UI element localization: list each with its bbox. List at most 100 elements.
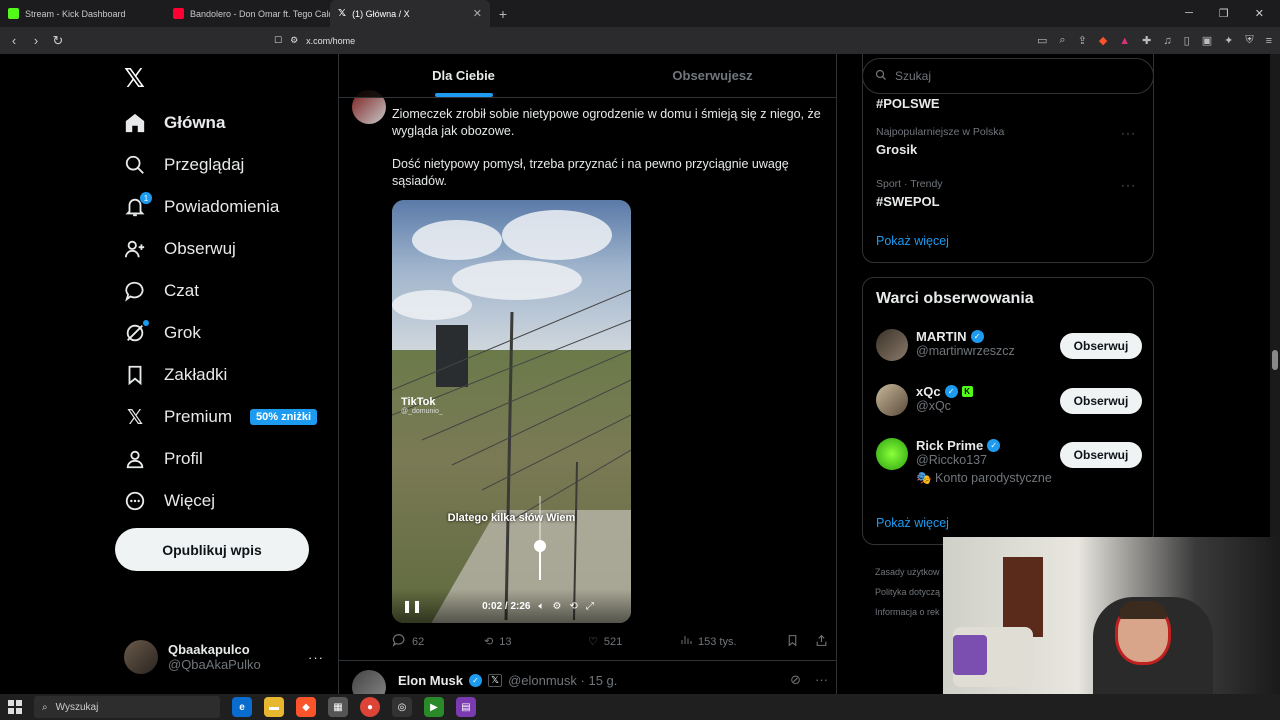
settings-icon[interactable]: ⚙ [552, 601, 561, 612]
volume-icon[interactable]: 🔈︎ [538, 601, 544, 612]
cast-icon[interactable]: ▭ [1037, 34, 1047, 47]
loop-icon[interactable]: ⟲ [569, 601, 577, 612]
footer-link[interactable]: Informacja o rek [875, 602, 940, 622]
video-time: 0:02 / 2:26 [482, 600, 531, 612]
scrollbar-thumb[interactable] [1272, 350, 1278, 370]
nav-home[interactable]: Główna [124, 108, 225, 138]
chrome-icon[interactable]: ● [360, 697, 380, 717]
bookmark-page-icon[interactable]: ☐ [274, 35, 282, 46]
footer-link[interactable]: Polityka dotyczą [875, 582, 940, 602]
browser-tab-youtube[interactable]: Bandolero - Don Omar ft. Tego Calde [165, 0, 330, 27]
leo-icon[interactable]: ✦ [1224, 34, 1233, 47]
x-logo-icon[interactable]: 𝕏 [124, 64, 145, 94]
nav-profile[interactable]: Profil [124, 444, 203, 474]
restore-icon[interactable]: ❐ [1219, 7, 1229, 20]
new-tab-button[interactable]: + [490, 6, 516, 22]
post-button[interactable]: Opublikuj wpis [115, 528, 309, 571]
brave-shield-icon[interactable]: ◆ [1099, 34, 1107, 47]
share-icon[interactable]: ⇪ [1078, 34, 1087, 47]
url-field[interactable]: ☐ ⚙ x.com/home [274, 35, 994, 46]
more-dots-icon[interactable]: ··· [308, 650, 324, 665]
share-icon[interactable] [815, 634, 828, 650]
follow-button[interactable]: Obserwuj [1060, 388, 1142, 414]
app-icon[interactable]: ▦ [328, 697, 348, 717]
follow-suggestion[interactable]: Rick Prime ✓ @Riccko137 🎭 Konto parodysty… [876, 438, 1142, 498]
media-icon[interactable]: ♫ [1163, 35, 1171, 47]
close-tab-icon[interactable]: ✕ [473, 7, 482, 20]
trend-item[interactable]: #POLSWE [876, 92, 1144, 111]
search-input[interactable]: Szukaj [862, 58, 1154, 94]
account-switcher[interactable]: Qbaakapulco @QbaAkaPulko ··· [124, 638, 324, 676]
tab-following[interactable]: Obserwujesz [588, 54, 836, 97]
next-post-avatar[interactable] [352, 670, 386, 694]
forward-icon[interactable]: › [30, 33, 42, 48]
brave-icon[interactable]: ◆ [296, 697, 316, 717]
bookmark-icon[interactable] [786, 634, 799, 650]
nav-label: Zakładki [164, 365, 228, 384]
browser-tab-x[interactable]: 𝕏 (1) Główna / X ✕ [330, 0, 490, 27]
browser-tab-kick[interactable]: Stream - Kick Dashboard [0, 0, 165, 27]
nav-notifications[interactable]: 1 Powiadomienia [124, 192, 279, 222]
avatar[interactable] [876, 384, 908, 416]
volume-slider[interactable] [534, 496, 546, 580]
grok-icon[interactable]: ⊘ [790, 672, 801, 688]
obs-icon[interactable]: ◎ [392, 697, 412, 717]
reply-button[interactable]: 62 [392, 633, 484, 650]
video-player[interactable]: TikTok @_domunio_ Dlatego kilka słów Wie… [392, 200, 631, 623]
trend-item[interactable]: Sport · Trendy #SWEPOL ··· [876, 178, 1144, 209]
like-button[interactable]: ♡ 521 [588, 635, 680, 649]
taskbar-search[interactable]: ⌕ Wyszukaj [34, 696, 220, 718]
follow-button[interactable]: Obserwuj [1060, 333, 1142, 359]
edge-icon[interactable]: e [232, 697, 252, 717]
more-dots-icon[interactable]: ··· [1121, 126, 1136, 140]
nav-grok[interactable]: Grok [124, 318, 201, 348]
nav-bookmarks[interactable]: Zakładki [124, 360, 227, 390]
reload-icon[interactable]: ↻ [52, 33, 64, 49]
show-more-follow-link[interactable]: Pokaż więcej [876, 516, 949, 530]
menu-icon[interactable]: ≡ [1266, 35, 1272, 47]
vpn-icon[interactable]: ⛨ [1245, 34, 1253, 47]
repost-button[interactable]: ⟲ 13 [484, 635, 588, 649]
site-info-icon[interactable]: ⚙ [290, 35, 298, 46]
sidebar-icon[interactable]: ▯ [1184, 34, 1190, 47]
pause-icon[interactable]: ❚❚ [402, 599, 422, 613]
account-name: MARTIN [916, 329, 967, 344]
next-post-author[interactable]: Elon Musk [398, 673, 463, 688]
extensions-icon[interactable]: ✚ [1142, 34, 1151, 47]
follow-suggestion[interactable]: xQc ✓ K @xQc Obserwuj [876, 384, 1142, 424]
nav-chat[interactable]: Czat [124, 276, 199, 306]
nav-explore[interactable]: Przeglądaj [124, 150, 244, 180]
more-dots-icon[interactable]: ··· [1121, 178, 1136, 192]
nav-more[interactable]: Więcej [124, 486, 215, 516]
next-post-header[interactable]: Elon Musk ✓ 𝕏 @elonmusk · 15 g. ⊘ ··· [352, 668, 828, 694]
avatar[interactable] [876, 329, 908, 361]
wallet-icon[interactable]: ▣ [1202, 34, 1212, 47]
brave-rewards-icon[interactable]: ▲ [1119, 35, 1130, 47]
close-window-icon[interactable]: ✕ [1255, 7, 1264, 20]
more-dots-icon[interactable]: ··· [815, 672, 828, 688]
windows-start-icon[interactable] [8, 700, 22, 714]
follow-suggestion[interactable]: MARTIN ✓ @martinwrzeszcz Obserwuj [876, 329, 1142, 369]
youtube-icon [173, 8, 184, 19]
nav-follow[interactable]: Obserwuj [124, 234, 236, 264]
avatar[interactable] [876, 438, 908, 470]
show-more-trends-link[interactable]: Pokaż więcej [876, 234, 949, 248]
fullscreen-icon[interactable]: ⤢ [586, 601, 594, 612]
follow-button[interactable]: Obserwuj [1060, 442, 1142, 468]
media-player-icon[interactable]: ▶ [424, 697, 444, 717]
views-button[interactable]: 153 tys. [680, 634, 776, 649]
footer-link[interactable]: Zasady użytkow [875, 562, 940, 582]
verified-badge-icon: ✓ [970, 330, 984, 343]
nav-premium[interactable]: 𝕏 Premium 50% zniżki [124, 402, 318, 432]
file-explorer-icon[interactable]: ▬ [264, 697, 284, 717]
minimize-icon[interactable]: ─ [1185, 7, 1193, 20]
views-count: 153 tys. [698, 635, 737, 648]
trend-item[interactable]: Najpopularniejsze w Polska Grosik ··· [876, 126, 1144, 157]
verified-badge-icon: ✓ [469, 673, 483, 687]
back-icon[interactable]: ‹ [8, 33, 20, 48]
app-icon[interactable]: ▤ [456, 697, 476, 717]
address-bar: ‹ › ↻ ☐ ⚙ x.com/home ▭ ⌕ ⇪ ◆ ▲ ✚ ♫ ▯ ▣ ✦… [0, 27, 1280, 54]
zoom-icon[interactable]: ⌕ [1059, 34, 1065, 47]
account-name: Rick Prime [916, 438, 984, 453]
tab-for-you[interactable]: Dla Ciebie [339, 54, 588, 97]
